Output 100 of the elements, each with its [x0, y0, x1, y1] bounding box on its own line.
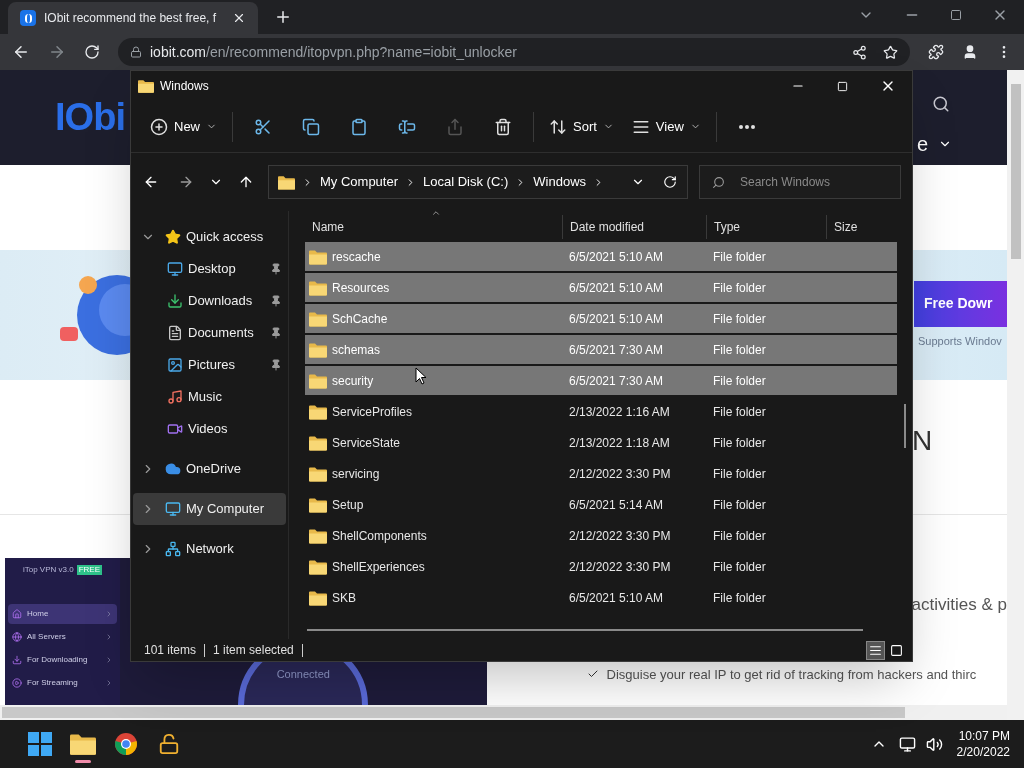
file-name: security [332, 372, 374, 390]
date-cell-text: 2/13/2022 1:16 AM [568, 403, 671, 421]
file-name: Resources [332, 279, 390, 297]
feature-text: Disguise your real IP to get rid of tracking from hackers and thirc [606, 665, 977, 684]
nav-item[interactable]: Network [133, 533, 286, 565]
app-menu-item[interactable]: For Downloading [8, 650, 117, 670]
nav-link[interactable]: e [917, 128, 929, 159]
type-cell-text: File folder [712, 279, 767, 297]
type-cell-text: File folder [712, 434, 767, 452]
type-cell-text: File folder [712, 496, 767, 514]
search-field[interactable]: Search Windows [699, 165, 901, 199]
type-cell-text: File folder [712, 248, 767, 266]
supports-text: Supports Windov [917, 333, 1003, 349]
type-cell-text: File folder [712, 372, 767, 390]
item-count: 101 items [144, 642, 197, 659]
nav-item[interactable]: Documents [133, 317, 286, 349]
date-cell-text: 6/5/2021 5:10 AM [568, 310, 665, 328]
address-bar[interactable]: iobit.com/en/recommend/itopvpn.php?name=iobit_unlocker [118, 38, 910, 66]
file-name: ServiceProfiles [332, 403, 413, 421]
view-button[interactable]: View [622, 109, 710, 144]
file-name: schemas [332, 341, 381, 359]
nav-label: Downloads [188, 292, 254, 311]
app-menu-item[interactable]: All Servers [8, 627, 117, 647]
nav-label: Documents [188, 324, 255, 343]
file-name: SKB [332, 589, 356, 607]
file-name: ServiceState [332, 434, 401, 452]
date-cell-text: 6/5/2021 5:10 AM [568, 589, 665, 607]
file-name: rescache [332, 248, 381, 266]
download-button[interactable]: Free Dowr [914, 280, 1007, 327]
file-row[interactable]: Resources 6/5/2021 5:10 AM File folder [305, 273, 897, 302]
nav-item[interactable]: Videos [133, 413, 286, 445]
date-cell-text: 6/5/2021 5:14 AM [568, 496, 665, 514]
file-name: ShellComponents [332, 527, 427, 545]
app-menu-item[interactable]: For Streaming [8, 673, 117, 693]
nav-item[interactable]: Music [133, 381, 286, 413]
date-cell-text: 2/13/2022 1:18 AM [568, 434, 671, 452]
browser-tab[interactable]: IObit recommend the best free, f [8, 2, 258, 34]
file-row[interactable]: security 6/5/2021 7:30 AM File folder [305, 366, 897, 395]
section-heading: activities & p [911, 594, 1007, 616]
nav-item[interactable]: Downloads [133, 285, 286, 317]
url-text: iobit.com/en/recommend/itopvpn.php?name=iobit_unlocker [150, 42, 517, 62]
new-button[interactable]: New [141, 109, 226, 144]
file-name: servicing [332, 465, 380, 483]
nav-item[interactable]: Quick access [133, 221, 286, 253]
breadcrumb-item[interactable]: My Computer [320, 172, 399, 192]
selection-count: 1 item selected [213, 642, 294, 659]
nav-label: Music [188, 388, 223, 407]
tab-title: IObit recommend the best free, f [44, 10, 218, 27]
file-name: Setup [332, 496, 364, 514]
app-menu-item[interactable]: Home [8, 604, 117, 624]
file-row[interactable]: Setup 6/5/2021 5:14 AM File folder [305, 490, 897, 519]
type-cell-text: File folder [712, 558, 767, 576]
file-row[interactable]: schemas 6/5/2021 7:30 AM File folder [305, 335, 897, 364]
file-name: ShellExperiences [332, 558, 425, 576]
column-header[interactable]: Size [826, 215, 897, 239]
nav-label: Pictures [188, 356, 236, 375]
date-cell-text: 6/5/2021 5:10 AM [568, 248, 665, 266]
nav-label: Videos [188, 420, 229, 439]
nav-label: Desktop [188, 260, 237, 279]
date-cell-text: 6/5/2021 5:10 AM [568, 279, 665, 297]
file-row[interactable]: SKB 6/5/2021 5:10 AM File folder [305, 583, 897, 612]
file-row[interactable]: ShellComponents 2/12/2022 3:30 PM File folder [305, 521, 897, 550]
app-title: iTop VPN v3.0 [22, 564, 74, 576]
type-cell-text: File folder [712, 341, 767, 359]
app-badge: FREE [76, 565, 102, 575]
nav-item[interactable]: Desktop [133, 253, 286, 285]
type-cell-text: File folder [712, 465, 767, 483]
file-row[interactable]: SchCache 6/5/2021 5:10 AM File folder [305, 304, 897, 333]
date-cell-text: 2/12/2022 3:30 PM [568, 465, 672, 483]
date-cell-text: 6/5/2021 7:30 AM [568, 341, 665, 359]
breadcrumb-item[interactable]: Local Disk (C:) [423, 172, 509, 192]
nav-label: OneDrive [186, 460, 242, 479]
nav-item[interactable]: My Computer [133, 493, 286, 525]
nav-label: My Computer [186, 500, 266, 519]
site-logo[interactable]: IObi [55, 89, 126, 146]
window-title: Windows [160, 78, 210, 95]
column-header[interactable]: Date modified [562, 215, 706, 239]
column-header[interactable]: Type [706, 215, 826, 239]
nav-label: Network [186, 540, 235, 559]
sort-button[interactable]: Sort [540, 109, 623, 144]
nav-item[interactable]: Pictures [133, 349, 286, 381]
file-row[interactable]: servicing 2/12/2022 3:30 PM File folder [305, 459, 897, 488]
date-cell-text: 2/12/2022 3:30 PM [568, 558, 672, 576]
clock[interactable]: 10:07 PM 2/20/2022 [956, 728, 1010, 760]
column-header[interactable]: Name [305, 215, 562, 239]
nav-item[interactable]: OneDrive [133, 453, 286, 485]
file-row[interactable]: ServiceProfiles 2/13/2022 1:16 AM File folder [305, 397, 897, 426]
breadcrumb-item[interactable]: Windows [533, 172, 587, 192]
nav-label: Quick access [186, 228, 265, 247]
type-cell-text: File folder [712, 527, 767, 545]
address-bar[interactable]: My Computer Local Disk (C:) Windows [268, 165, 688, 199]
file-row[interactable]: ShellExperiences 2/12/2022 3:30 PM File folder [305, 552, 897, 581]
type-cell-text: File folder [712, 403, 767, 421]
file-name: SchCache [332, 310, 388, 328]
file-row[interactable]: ServiceState 2/13/2022 1:18 AM File folder [305, 428, 897, 457]
date-cell-text: 2/12/2022 3:30 PM [568, 527, 672, 545]
heading-text: N [912, 424, 934, 458]
date-cell-text: 6/5/2021 7:30 AM [568, 372, 665, 390]
file-row[interactable]: rescache 6/5/2021 5:10 AM File folder [305, 242, 897, 271]
type-cell-text: File folder [712, 589, 767, 607]
